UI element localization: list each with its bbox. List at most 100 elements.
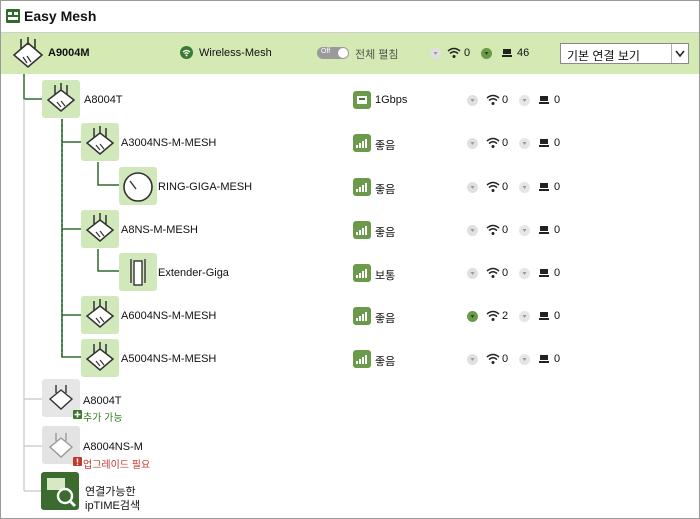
link-quality: 좋음 bbox=[375, 356, 396, 368]
wired-count: 0 bbox=[554, 310, 561, 322]
wifi-icon bbox=[486, 181, 500, 193]
signal-strength-icon bbox=[353, 221, 371, 239]
signal-strength-icon bbox=[353, 350, 371, 368]
pc-icon bbox=[539, 311, 549, 321]
wired-count: 0 bbox=[554, 353, 561, 365]
chevron-down-icon[interactable] bbox=[671, 44, 688, 63]
link-quality: 좋음 bbox=[375, 184, 396, 196]
wifi-expand-button[interactable] bbox=[467, 354, 478, 365]
wifi-icon bbox=[486, 310, 500, 322]
wired-expand-button[interactable] bbox=[519, 95, 530, 106]
wired-count: 0 bbox=[554, 137, 561, 149]
available-device-name: A8004T bbox=[83, 395, 122, 407]
node-row[interactable]: A3004NS-M-MESH 좋음 0 0 bbox=[1, 123, 699, 163]
wifi-expand-button[interactable] bbox=[467, 311, 478, 322]
node-row[interactable]: A8NS-M-MESH 좋음 0 0 bbox=[1, 210, 699, 250]
link-quality: 좋음 bbox=[375, 313, 396, 325]
link-quality: 1Gbps bbox=[375, 94, 408, 106]
search-icon[interactable] bbox=[41, 472, 79, 510]
wifi-expand-button[interactable] bbox=[430, 48, 441, 59]
node-row[interactable]: A8004T 1Gbps 0 0 bbox=[1, 80, 699, 120]
wifi-icon bbox=[447, 47, 461, 59]
toggle-state: Off bbox=[321, 48, 331, 55]
node-row[interactable]: A5004NS-M-MESH 좋음 0 0 bbox=[1, 339, 699, 379]
view-mode-value: 기본 연결 보기 bbox=[567, 49, 640, 63]
wifi-icon bbox=[486, 224, 500, 236]
signal-strength-icon bbox=[353, 264, 371, 282]
wifi-expand-button[interactable] bbox=[467, 268, 478, 279]
pc-icon bbox=[539, 225, 549, 235]
search-label-line2[interactable]: ipTIME검색 bbox=[85, 497, 140, 513]
ring-router-icon bbox=[119, 167, 157, 205]
wired-count: 0 bbox=[554, 181, 561, 193]
controller-name: A9004M bbox=[48, 47, 90, 59]
node-name: Extender-Giga bbox=[158, 267, 229, 279]
pc-icon bbox=[539, 182, 549, 192]
warning-icon bbox=[73, 457, 82, 466]
wifi-expand-button[interactable] bbox=[467, 138, 478, 149]
wired-count: 0 bbox=[554, 267, 561, 279]
wired-expand-button[interactable] bbox=[481, 48, 492, 59]
router-icon bbox=[81, 296, 119, 334]
link-quality: 좋음 bbox=[375, 227, 396, 239]
wired-expand-button[interactable] bbox=[519, 182, 530, 193]
controller-wifi-count: 0 bbox=[464, 47, 471, 59]
signal-strength-icon bbox=[353, 307, 371, 325]
wifi-count: 2 bbox=[502, 310, 509, 322]
view-mode-select[interactable]: 기본 연결 보기 bbox=[560, 43, 689, 64]
wifi-count: 0 bbox=[502, 224, 509, 236]
wifi-expand-button[interactable] bbox=[467, 182, 478, 193]
easy-mesh-window: Easy Mesh A9004M Wireless-Mesh Off 전체 펼침… bbox=[0, 0, 700, 519]
signal-strength-icon bbox=[353, 134, 371, 152]
wifi-expand-button[interactable] bbox=[467, 95, 478, 106]
wired-expand-button[interactable] bbox=[519, 354, 530, 365]
node-row[interactable]: RING-GIGA-MESH 좋음 0 0 bbox=[1, 167, 699, 207]
wired-expand-button[interactable] bbox=[519, 138, 530, 149]
pc-icon bbox=[539, 95, 549, 105]
pc-icon bbox=[502, 48, 512, 58]
wifi-count: 0 bbox=[502, 94, 509, 106]
ethernet-icon bbox=[353, 91, 371, 109]
pc-icon bbox=[539, 138, 549, 148]
node-name: A8NS-M-MESH bbox=[121, 224, 199, 236]
wifi-icon bbox=[486, 267, 500, 279]
wifi-circle-icon bbox=[180, 46, 193, 59]
pc-icon bbox=[539, 354, 549, 364]
router-icon bbox=[81, 210, 119, 248]
pc-icon bbox=[539, 268, 549, 278]
wired-count: 0 bbox=[554, 94, 561, 106]
controller-wired-count: 46 bbox=[517, 47, 530, 59]
node-name: RING-GIGA-MESH bbox=[158, 181, 253, 193]
upgrade-required-hint[interactable]: 업그레이드 필요 bbox=[83, 456, 150, 471]
node-row[interactable]: Extender-Giga 보통 0 0 bbox=[1, 253, 699, 293]
router-icon bbox=[81, 123, 119, 161]
upgrade-device-name: A8004NS-M bbox=[83, 441, 143, 453]
add-icon bbox=[73, 410, 82, 419]
router-icon bbox=[9, 35, 47, 73]
expand-all-label: 전체 펼침 bbox=[355, 49, 399, 61]
wired-expand-button[interactable] bbox=[519, 268, 530, 279]
wifi-icon bbox=[486, 353, 500, 365]
extender-icon bbox=[119, 253, 157, 291]
node-name: A3004NS-M-MESH bbox=[121, 137, 217, 149]
router-icon bbox=[81, 339, 119, 377]
wifi-count: 0 bbox=[502, 267, 509, 279]
expand-all-toggle[interactable]: Off bbox=[317, 47, 349, 59]
controller-row[interactable]: A9004M Wireless-Mesh Off 전체 펼침 0 46 기본 연… bbox=[1, 33, 699, 74]
link-quality: 좋음 bbox=[375, 140, 396, 152]
wired-expand-button[interactable] bbox=[519, 225, 530, 236]
wifi-count: 0 bbox=[502, 353, 509, 365]
node-name: A8004T bbox=[84, 94, 123, 106]
ssid-label: Wireless-Mesh bbox=[199, 47, 272, 59]
link-quality: 보통 bbox=[375, 270, 396, 282]
add-available-hint[interactable]: 추가 가능 bbox=[83, 409, 123, 424]
router-icon bbox=[42, 80, 80, 118]
wifi-icon bbox=[486, 94, 500, 106]
node-row[interactable]: A6004NS-M-MESH 좋음 2 0 bbox=[1, 296, 699, 336]
wifi-icon bbox=[486, 137, 500, 149]
wifi-count: 0 bbox=[502, 181, 509, 193]
wired-expand-button[interactable] bbox=[519, 311, 530, 322]
wifi-expand-button[interactable] bbox=[467, 225, 478, 236]
signal-strength-icon bbox=[353, 178, 371, 196]
node-name: A5004NS-M-MESH bbox=[121, 353, 217, 365]
